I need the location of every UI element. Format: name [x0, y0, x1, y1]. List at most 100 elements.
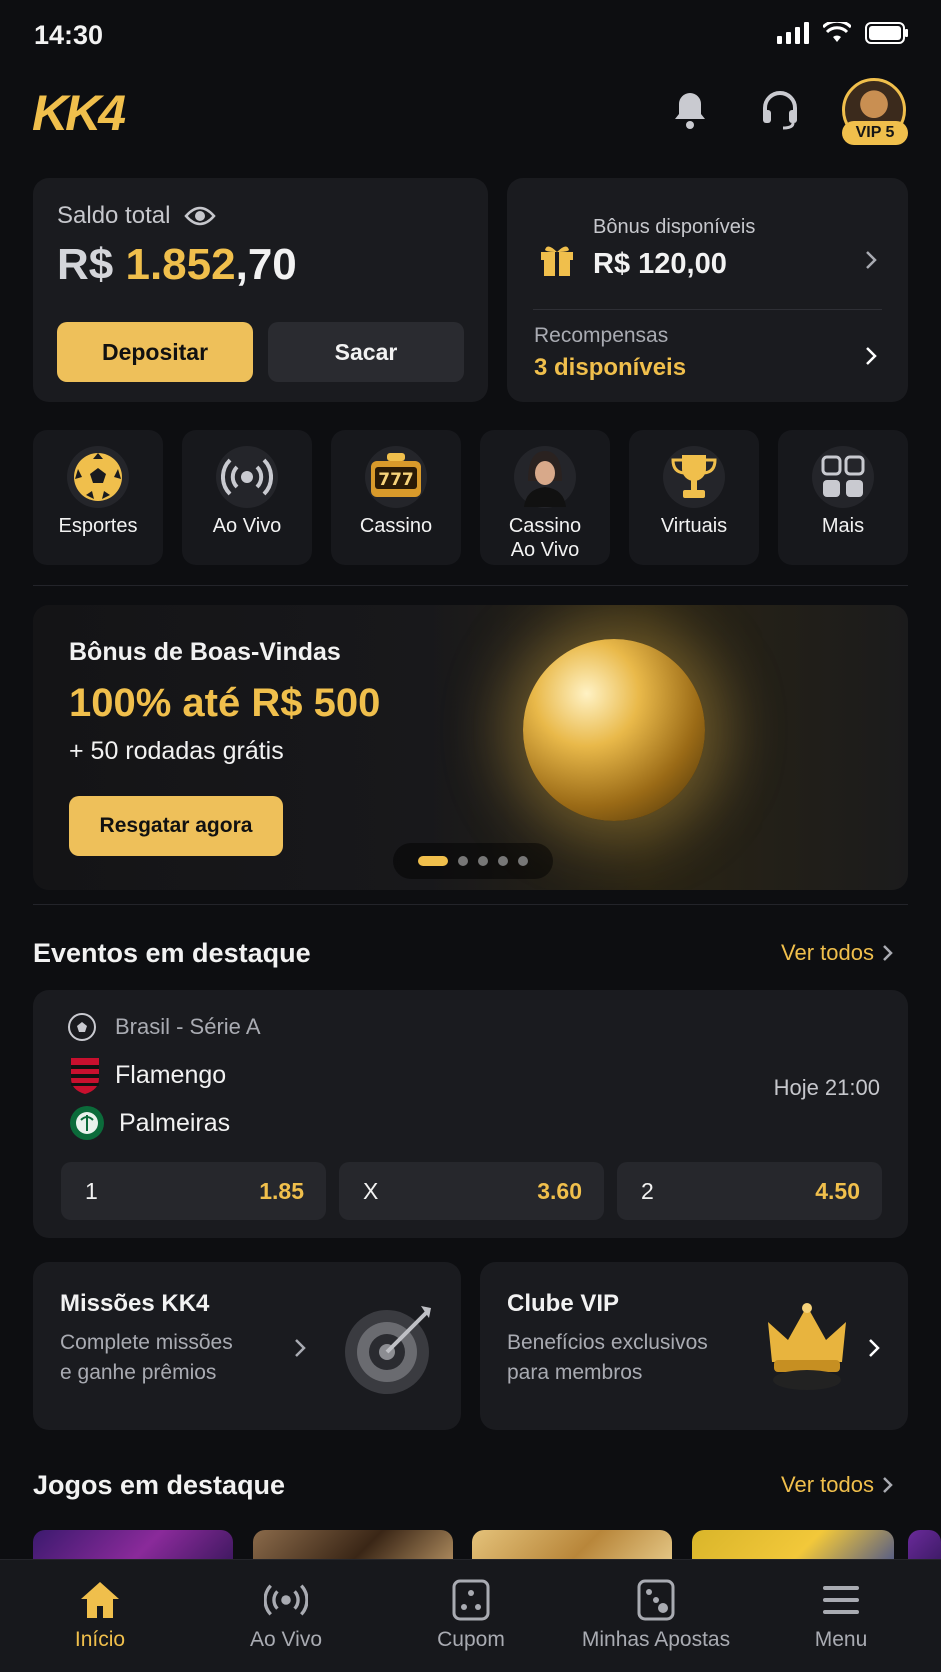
gift-icon: [541, 246, 573, 276]
flamengo-crest-icon: [71, 1058, 99, 1094]
tab-label: Ao Vivo: [250, 1628, 322, 1651]
divider: [33, 585, 908, 586]
tab-coupon[interactable]: Cupom: [377, 1560, 565, 1672]
menu-icon: [823, 1586, 859, 1614]
withdraw-button[interactable]: Sacar: [268, 322, 464, 382]
rewards-value: 3 disponíveis: [534, 354, 687, 381]
slot-machine-icon: 777: [365, 446, 427, 508]
promo-banner[interactable]: Bônus de Boas-Vindas 100% até R$ 500 + 5…: [33, 605, 908, 890]
carousel-dot[interactable]: [518, 856, 528, 866]
bonus-card: Bônus disponíveis R$ 120,00 Recompensas …: [507, 178, 908, 402]
games-see-all-link[interactable]: Ver todos: [781, 1472, 893, 1498]
missions-desc: Complete missões: [60, 1331, 233, 1354]
signal-icon: [777, 22, 809, 44]
home-icon: [81, 1582, 119, 1618]
chevron-right-icon: [869, 1339, 880, 1357]
events-see-all-link[interactable]: Ver todos: [781, 940, 893, 966]
carousel-indicator[interactable]: [393, 843, 553, 879]
odd-away-button[interactable]: 2 4.50: [617, 1162, 882, 1220]
tab-home[interactable]: Início: [6, 1560, 194, 1672]
vip-badge: VIP 5: [842, 121, 908, 145]
odd-label: X: [363, 1177, 379, 1204]
tab-menu[interactable]: Menu: [747, 1560, 935, 1672]
missions-card[interactable]: Missões KK4 Complete missões e ganhe prêm…: [33, 1262, 461, 1430]
bets-icon: [637, 1579, 675, 1621]
banner-subline: + 50 rodadas grátis: [69, 737, 284, 765]
category-label: Esportes: [58, 515, 138, 537]
chevron-right-icon: [883, 1477, 893, 1493]
vip-club-card[interactable]: Clube VIP Benefícios exclusivos para memb…: [480, 1262, 908, 1430]
category-sports[interactable]: Esportes: [33, 430, 163, 565]
claim-button[interactable]: Resgatar agora: [69, 796, 283, 856]
rewards-row[interactable]: Recompensas 3 disponíveis: [507, 310, 908, 402]
wifi-icon: [823, 22, 851, 42]
deposit-button[interactable]: Depositar: [57, 322, 253, 382]
category-label: Ao Vivo: [212, 515, 282, 537]
missions-title: Missões KK4: [60, 1290, 210, 1317]
rewards-label: Recompensas: [534, 324, 669, 347]
games-title: Jogos em destaque: [33, 1470, 286, 1500]
target-icon: [345, 1306, 431, 1394]
balance-amount: R$ 1.852,70: [57, 240, 297, 289]
soccer-ball-icon: [68, 1013, 96, 1041]
odd-label: 2: [641, 1177, 654, 1204]
category-label: Mais: [821, 515, 865, 537]
tab-label: Cupom: [437, 1628, 505, 1651]
vip-club-title: Clube VIP: [507, 1290, 620, 1317]
coupon-icon: [452, 1579, 490, 1621]
odd-label: 1: [85, 1177, 98, 1204]
banner-title: Bônus de Boas-Vindas: [69, 638, 341, 666]
missions-desc: e ganhe prêmios: [60, 1361, 217, 1384]
divider: [33, 904, 908, 905]
bell-icon: [675, 93, 705, 129]
crown-icon: [768, 1303, 846, 1390]
svg-text:777: 777: [378, 470, 414, 490]
see-all-label: Ver todos: [781, 1472, 874, 1497]
tab-my-bets[interactable]: Minhas Apostas: [562, 1560, 750, 1672]
chevron-right-icon: [866, 347, 877, 365]
odd-value: 1.85: [259, 1177, 304, 1204]
soccer-ball-image: [523, 639, 705, 821]
support-button[interactable]: [758, 88, 802, 132]
notifications-button[interactable]: [668, 88, 712, 132]
headset-icon: [763, 91, 797, 130]
see-all-label: Ver todos: [781, 940, 874, 965]
carousel-dot[interactable]: [498, 856, 508, 866]
category-label: Cassino Ao Vivo: [508, 515, 582, 561]
chevron-right-icon: [866, 251, 877, 269]
events-title: Eventos em destaque: [33, 938, 311, 968]
status-time: 14:30: [34, 20, 104, 50]
tab-label: Menu: [814, 1628, 868, 1651]
palmeiras-crest-icon: [70, 1106, 104, 1140]
bonus-row[interactable]: Bônus disponíveis R$ 120,00: [507, 178, 908, 309]
odd-value: 3.60: [537, 1177, 582, 1204]
chevron-right-icon: [883, 945, 893, 961]
dealer-icon: [514, 446, 576, 508]
category-label: Virtuais: [660, 515, 728, 537]
carousel-dot[interactable]: [458, 856, 468, 866]
category-label: Cassino: [359, 515, 433, 537]
balance-label: Saldo total: [57, 202, 171, 229]
battery-icon: [865, 22, 908, 44]
tab-label: Minhas Apostas: [581, 1628, 731, 1651]
category-more[interactable]: Mais: [778, 430, 908, 565]
chevron-right-icon: [295, 1339, 306, 1357]
soccer-ball-icon: [67, 446, 129, 508]
category-casino[interactable]: 777 Cassino: [331, 430, 461, 565]
category-virtual[interactable]: Virtuais: [629, 430, 759, 565]
brand-logo[interactable]: KK4: [32, 84, 126, 142]
vip-club-desc: Benefícios exclusivos: [507, 1331, 708, 1354]
banner-headline: 100% até R$ 500: [69, 681, 381, 725]
carousel-dot[interactable]: [418, 856, 448, 866]
odd-home-button[interactable]: 1 1.85: [61, 1162, 326, 1220]
odd-draw-button[interactable]: X 3.60: [339, 1162, 604, 1220]
event-time: Hoje 21:00: [773, 1075, 880, 1100]
carousel-dot[interactable]: [478, 856, 488, 866]
eye-icon[interactable]: [184, 205, 217, 227]
away-team: Palmeiras: [119, 1108, 231, 1137]
tab-live[interactable]: Ao Vivo: [192, 1560, 380, 1672]
category-live-casino[interactable]: Cassino Ao Vivo: [480, 430, 610, 565]
bonus-amount: R$ 120,00: [593, 248, 727, 280]
home-team: Flamengo: [115, 1060, 227, 1089]
category-live[interactable]: Ao Vivo: [182, 430, 312, 565]
